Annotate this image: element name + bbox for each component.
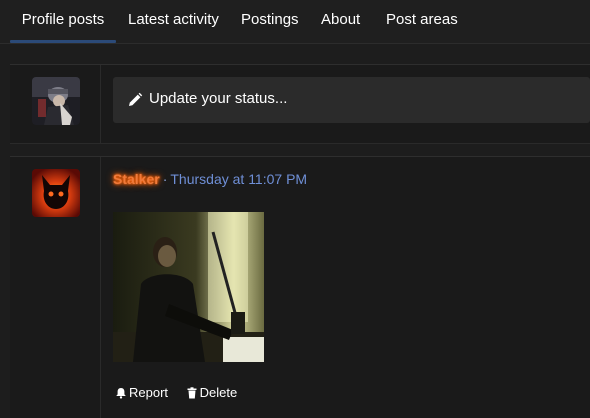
profile-post: Stalker · Thursday at 11:07 PM Report De… (10, 156, 590, 418)
post-author-link[interactable]: Stalker (113, 171, 160, 187)
trash-icon (187, 386, 197, 398)
pencil-icon (129, 92, 143, 106)
post-image[interactable] (113, 212, 264, 362)
delete-button[interactable]: Delete (186, 385, 238, 400)
active-tab-indicator (10, 40, 116, 43)
tab-profile-posts[interactable]: Profile posts (10, 0, 116, 42)
gutter-divider (100, 65, 101, 143)
report-label: Report (129, 385, 169, 400)
my-avatar[interactable] (32, 77, 80, 125)
poster-avatar[interactable] (32, 169, 80, 217)
bell-icon (116, 387, 126, 399)
tab-post-areas[interactable]: Post areas (386, 0, 458, 42)
post-timestamp-link[interactable]: Thursday at 11:07 PM (170, 171, 307, 187)
status-update-panel: Update your status... (10, 64, 590, 144)
gutter-divider (100, 157, 101, 418)
status-update-input[interactable]: Update your status... (113, 77, 590, 123)
profile-tab-bar: Profile posts Latest activity Postings A… (0, 0, 590, 44)
meta-separator: · (162, 171, 168, 187)
report-button[interactable]: Report (115, 385, 168, 400)
status-update-placeholder: Update your status... (149, 90, 288, 107)
delete-label: Delete (199, 385, 238, 400)
tab-about[interactable]: About (321, 0, 360, 42)
tab-postings[interactable]: Postings (241, 0, 299, 42)
post-meta: Stalker · Thursday at 11:07 PM (113, 171, 307, 187)
post-actions: Report Delete (115, 385, 251, 402)
tab-latest-activity[interactable]: Latest activity (128, 0, 219, 42)
